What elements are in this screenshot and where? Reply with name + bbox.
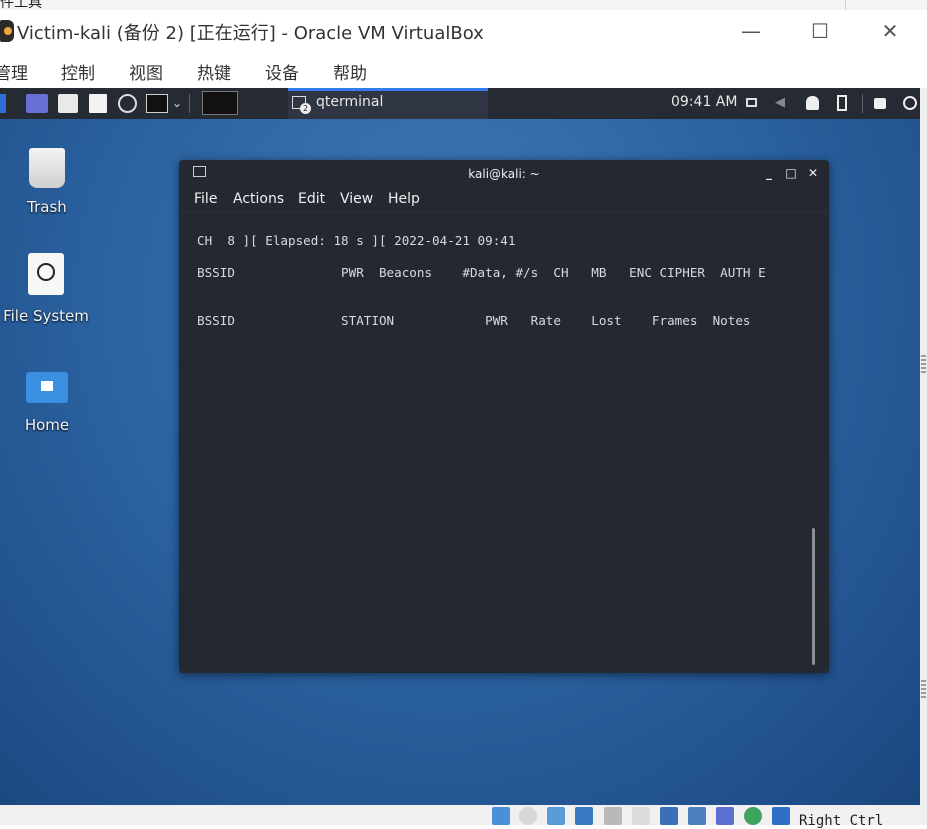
close-button[interactable]: ✕ [806, 166, 820, 180]
taskbar-label: qterminal [316, 94, 384, 110]
taskbar-active-indicator [288, 88, 488, 91]
hard-disk-icon[interactable] [492, 807, 510, 825]
logout-icon[interactable] [903, 96, 917, 110]
display-icon[interactable] [746, 98, 757, 107]
shared-folders-icon[interactable] [632, 807, 650, 825]
vm-display[interactable]: ⌄ 2 qterminal 09:41 AM ◀ Trash File Syst… [0, 88, 920, 805]
terminal-line: CH 8 ][ Elapsed: 18 s ][ 2022-04-21 09:4… [197, 233, 516, 248]
kali-menu-icon[interactable] [0, 94, 6, 113]
terminal-launcher-icon[interactable] [146, 94, 168, 113]
panel-separator [189, 94, 190, 113]
audio-icon[interactable] [547, 807, 565, 825]
menu-control[interactable]: 控制 [61, 59, 95, 84]
trash-label[interactable]: Trash [2, 198, 92, 216]
network-icon[interactable] [575, 807, 593, 825]
lock-icon[interactable] [874, 98, 886, 109]
terminal-line: BSSID PWR Beacons #Data, #/s CH MB ENC C… [197, 265, 766, 280]
resize-grip[interactable] [921, 355, 926, 373]
show-desktop-icon[interactable] [26, 94, 48, 113]
window-title: Victim-kali (备份 2) [正在运行] - Oracle VM Vi… [17, 23, 484, 44]
battery-icon[interactable] [837, 95, 847, 111]
file-system-icon[interactable] [28, 253, 64, 295]
close-button[interactable]: ✕ [876, 18, 904, 44]
keyboard-capture-icon[interactable] [772, 807, 790, 825]
host-key-label: Right Ctrl [799, 813, 884, 829]
panel-separator [862, 94, 863, 113]
kali-top-panel: ⌄ 2 qterminal 09:41 AM ◀ [0, 88, 920, 119]
terminal-title: kali@kali: ~ [468, 167, 540, 181]
home-label[interactable]: Home [2, 416, 92, 434]
menu-help[interactable]: 帮助 [333, 59, 367, 84]
file-manager-icon[interactable] [58, 94, 78, 113]
terminal-menu-actions[interactable]: Actions [233, 191, 284, 207]
terminal-window[interactable]: kali@kali: ~ _ □ ✕ File Actions Edit Vie… [179, 160, 829, 673]
chevron-down-icon[interactable]: ⌄ [172, 94, 182, 113]
background-window-text: 件工具 [0, 0, 42, 10]
file-system-label[interactable]: File System [0, 307, 92, 325]
menu-view[interactable]: 视图 [129, 59, 163, 84]
virtualbox-icon [0, 20, 14, 42]
divider [845, 0, 846, 10]
volume-icon[interactable]: ◀ [775, 96, 789, 110]
terminal-menu-file[interactable]: File [194, 191, 217, 207]
clock[interactable]: 09:41 AM [671, 94, 737, 110]
cpu-icon[interactable] [716, 807, 734, 825]
minimize-button[interactable]: — [737, 18, 765, 44]
maximize-button[interactable]: ☐ [806, 18, 834, 44]
minimize-button[interactable]: _ [762, 166, 776, 180]
menu-hotkeys[interactable]: 热键 [197, 59, 231, 84]
home-folder-icon[interactable] [26, 372, 68, 403]
divider [179, 212, 829, 213]
scrollbar[interactable] [812, 528, 815, 665]
optical-drive-icon[interactable] [519, 807, 537, 825]
recording-icon[interactable] [688, 807, 706, 825]
terminal-menu-view[interactable]: View [340, 191, 373, 207]
terminal-menu-edit[interactable]: Edit [298, 191, 325, 207]
window-count-badge: 2 [300, 103, 311, 114]
menu-devices[interactable]: 设备 [265, 59, 299, 84]
text-editor-icon[interactable] [89, 94, 107, 113]
terminal-line: BSSID STATION PWR Rate Lost Frames Notes [197, 313, 751, 328]
terminal-menu-help[interactable]: Help [388, 191, 420, 207]
menu-manage[interactable]: 管理 [0, 59, 28, 84]
resize-grip[interactable] [921, 680, 926, 698]
browser-globe-icon[interactable] [118, 94, 137, 113]
maximize-button[interactable]: □ [784, 166, 798, 180]
background-window-strip: 件工具 [0, 0, 927, 10]
notifications-icon[interactable] [806, 96, 819, 110]
trash-icon[interactable] [29, 148, 65, 188]
usb-icon[interactable] [604, 807, 622, 825]
mouse-integration-icon[interactable] [744, 807, 762, 825]
display-icon[interactable] [660, 807, 678, 825]
workspace-switcher[interactable] [202, 91, 238, 115]
